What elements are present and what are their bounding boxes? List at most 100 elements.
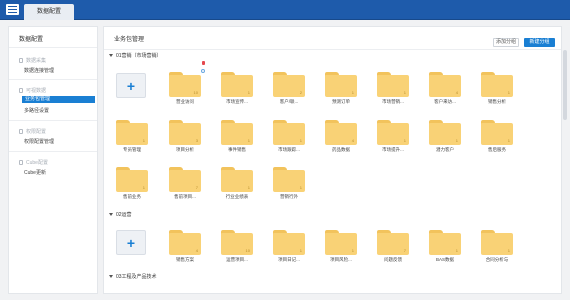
package-count: 1	[142, 138, 145, 143]
folder-icon: 1	[481, 120, 513, 145]
sidebar-item-permission-manage[interactable]: 权限配置管理	[24, 138, 54, 145]
package-folder[interactable]: 1 销售分析	[481, 72, 513, 105]
lock-icon	[19, 58, 23, 63]
package-count: 1	[455, 138, 458, 143]
package-name: 售前项目...	[174, 194, 196, 199]
main-panel: 业务包管理 添加分组 新建分组 01营销（市场营销） + 10 营业访问 1 市场宣传…	[103, 26, 562, 294]
folder-icon: 1	[116, 167, 148, 192]
sidebar-item-multipath[interactable]: 多路径设置	[24, 107, 49, 114]
sidebar-group-data-collect[interactable]: 数据采集	[19, 57, 46, 64]
folder-icon: 1	[221, 72, 253, 97]
package-folder[interactable]: 10 营业访问	[169, 72, 201, 105]
package-name: 市场营销...	[382, 99, 404, 104]
add-package-card[interactable]: +	[116, 73, 146, 98]
caret-down-icon	[109, 213, 113, 216]
package-name: 药品数据	[332, 147, 350, 152]
package-count: 7	[195, 185, 198, 190]
package-count: 1	[299, 138, 302, 143]
package-folder[interactable]: 4 销售方案	[169, 230, 201, 263]
lock-icon	[19, 129, 23, 134]
folder-icon: 1	[116, 120, 148, 145]
package-folder[interactable]: 1 市场跟踪...	[273, 120, 305, 153]
package-name: BAS数据	[435, 257, 454, 262]
divider	[9, 151, 97, 152]
package-folder[interactable]: 7 售前项目...	[169, 167, 201, 200]
package-folder[interactable]: 1 售后服务	[481, 120, 513, 153]
package-count: 7	[403, 248, 406, 253]
package-count: 1	[299, 185, 302, 190]
folder-icon: 4	[429, 72, 461, 97]
package-name: 事件销售	[228, 147, 246, 152]
package-folder[interactable]: 1 市场营销...	[377, 72, 409, 105]
package-folder[interactable]: 10 运营项目...	[221, 230, 253, 263]
package-folder[interactable]: 1 营销行外	[273, 167, 305, 200]
package-name: 市场宣传...	[226, 99, 248, 104]
package-folder[interactable]: 1 市场宣传...	[221, 72, 253, 105]
package-folder[interactable]: 1 事件销售	[221, 120, 253, 153]
folder-icon: 1	[429, 230, 461, 255]
app-tab[interactable]: 数据配置	[24, 4, 74, 20]
package-folder[interactable]: 4 药品数据	[325, 120, 357, 153]
folder-icon: 10	[169, 72, 201, 97]
package-folder[interactable]: 2 客户/联...	[273, 72, 305, 105]
package-name: 项目分析	[176, 147, 194, 152]
scrollbar[interactable]	[563, 50, 567, 120]
sidebar-item-cube-update[interactable]: Cube更新	[24, 169, 46, 176]
package-folder[interactable]: 1 预测订单	[325, 72, 357, 105]
package-folder[interactable]: 1 行业业绩表	[221, 167, 253, 200]
folder-icon: 4	[169, 230, 201, 255]
package-count: 1	[455, 248, 458, 253]
package-count: 1	[142, 185, 145, 190]
package-count: 4	[195, 248, 198, 253]
sidebar-item-connections[interactable]: 数据连接管理	[24, 67, 54, 74]
sidebar: 数据配置 数据采集 数据连接管理 可视数据 业务包管理 多路径设置 权限配置 权…	[8, 26, 98, 294]
folder-icon: 1	[325, 72, 357, 97]
sidebar-group-visual-data[interactable]: 可视数据	[19, 87, 46, 94]
package-folder[interactable]: 1 售前业务	[116, 167, 148, 200]
package-name: 销售方案	[176, 257, 194, 262]
folder-icon: 7	[377, 230, 409, 255]
package-count: 1	[507, 248, 510, 253]
section-header[interactable]: 03工程及产品技术	[109, 273, 157, 280]
folder-icon: 4	[325, 120, 357, 145]
package-folder[interactable]: 1 合同分析与	[481, 230, 513, 263]
package-folder[interactable]: 1 专员管理	[116, 120, 148, 153]
sidebar-group-permissions[interactable]: 权限配置	[19, 128, 46, 135]
folder-icon: 1	[481, 72, 513, 97]
sidebar-title: 数据配置	[19, 37, 44, 43]
package-name: 项目风险...	[330, 257, 352, 262]
package-name: 客户/联...	[279, 99, 299, 104]
caret-down-icon	[109, 275, 113, 278]
page-title: 业务包管理	[114, 37, 145, 43]
divider	[9, 79, 97, 80]
divider	[9, 47, 97, 48]
package-count: 2	[299, 90, 302, 95]
menu-grid-icon[interactable]	[6, 4, 19, 15]
package-name: 运营项目...	[226, 257, 248, 262]
package-folder[interactable]: 1 市场提升...	[377, 120, 409, 153]
package-folder[interactable]: 1 潜力客户	[429, 120, 461, 153]
package-count: 4	[351, 138, 354, 143]
section-header[interactable]: 02运营	[109, 211, 132, 218]
package-name: 客户来访...	[434, 99, 456, 104]
sidebar-item-business-packages[interactable]: 业务包管理	[22, 96, 95, 103]
package-name: 营业访问	[176, 99, 194, 104]
package-folder[interactable]: 1 项目风险...	[325, 230, 357, 263]
new-group-button[interactable]: 新建分组	[524, 38, 555, 47]
package-folder[interactable]: 7 问题反馈	[377, 230, 409, 263]
package-name: 行业业绩表	[225, 194, 249, 199]
package-folder[interactable]: 1 BAS数据	[429, 230, 461, 263]
sidebar-group-cube[interactable]: Cube配置	[19, 159, 48, 166]
package-name: 销售分析	[488, 99, 506, 104]
package-count: 10	[245, 248, 250, 253]
package-name: 项目日记...	[278, 257, 300, 262]
add-group-button[interactable]: 添加分组	[493, 38, 519, 47]
info-badge-icon	[201, 69, 205, 73]
add-package-card[interactable]: +	[116, 230, 146, 255]
package-folder[interactable]: 4 客户来访...	[429, 72, 461, 105]
section-header[interactable]: 01营销（市场营销）	[109, 52, 162, 59]
package-count: 1	[351, 248, 354, 253]
package-name: 售前业务	[123, 194, 141, 199]
package-folder[interactable]: 3 项目分析	[169, 120, 201, 153]
package-folder[interactable]: 1 项目日记...	[273, 230, 305, 263]
